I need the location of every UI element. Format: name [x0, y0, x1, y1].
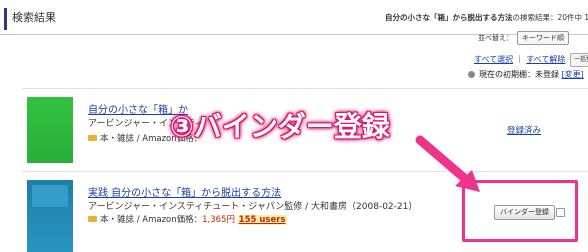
selection-links: すべて選択 ｜ すべて解除	[474, 54, 565, 65]
cover-title-block	[32, 185, 68, 207]
book-cover-image[interactable]	[27, 180, 73, 252]
selection-separator: ｜	[515, 55, 524, 64]
result-count: 20件中 1 - 20	[557, 13, 588, 22]
folder-icon	[88, 134, 97, 141]
divider	[22, 171, 588, 172]
sort-label: 並べ替え：	[478, 34, 513, 42]
book-title-link[interactable]: 実践 自分の小さな「箱」から脱出する方法	[88, 184, 281, 199]
folder-icon	[88, 215, 97, 222]
bulk-register-button[interactable]: 一括登	[570, 53, 588, 67]
page-title: 検索結果	[12, 11, 56, 24]
book-author: アービンジャー・インスティチュート・ジャパン監修 / 大和書房（2008-02-…	[88, 202, 418, 212]
divider	[22, 88, 588, 89]
select-all-link[interactable]: すべて選択	[474, 55, 513, 64]
book-category: 本・雑誌 / Amazon価格：	[100, 215, 203, 225]
search-result-info: の検索結果：	[512, 13, 558, 22]
book-meta: 本・雑誌 / Amazon価格：1,365円 155 users	[88, 213, 287, 225]
search-query: 自分の小さな「箱」から脱出する方法	[385, 13, 513, 22]
book-cover-image[interactable]	[27, 97, 73, 163]
shelf-radio-icon	[468, 71, 475, 78]
registered-status-link[interactable]: 登録済み	[507, 124, 541, 136]
book-price: 1,365円	[202, 215, 235, 225]
default-shelf: 現在の初期棚：未登録 [変更]	[468, 69, 584, 80]
results-header: 検索結果 自分の小さな「箱」から脱出する方法の検索結果：20件中 1 - 20	[0, 0, 588, 35]
sort-select[interactable]: キーワード順	[517, 31, 569, 45]
shelf-label: 現在の初期棚：未登録	[479, 70, 559, 79]
highlight-box	[462, 180, 578, 242]
header-accent-bar	[4, 8, 7, 30]
search-summary: 自分の小さな「箱」から脱出する方法の検索結果：20件中 1 - 20	[385, 12, 588, 23]
deselect-all-link[interactable]: すべて解除	[526, 55, 565, 64]
users-count-link[interactable]: 155 users	[237, 215, 287, 225]
sort-control: 並べ替え： キーワード順	[478, 31, 569, 45]
change-shelf-link[interactable]: [変更]	[562, 70, 584, 79]
annotation-banner: ③バインダー登録	[170, 110, 390, 143]
